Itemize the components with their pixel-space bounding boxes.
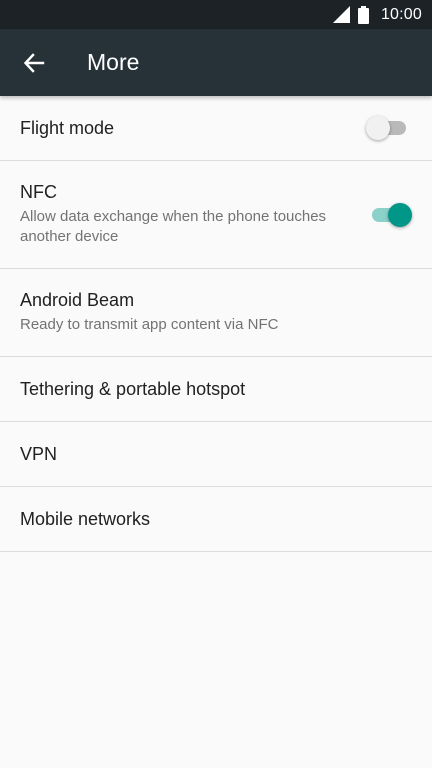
battery-icon (357, 5, 369, 24)
signal-icon (332, 6, 350, 23)
item-title: Flight mode (20, 117, 115, 138)
back-button[interactable] (14, 43, 54, 83)
settings-list: Flight mode NFC Allow data exchange when… (0, 96, 432, 552)
toggle-thumb (388, 202, 412, 227)
item-title: NFC (20, 182, 57, 202)
list-item-nfc[interactable]: NFC Allow data exchange when the phone t… (0, 161, 432, 269)
item-subtitle: Allow data exchange when the phone touch… (20, 208, 327, 245)
nfc-toggle[interactable] (370, 202, 412, 227)
status-bar: 10:00 (0, 0, 432, 29)
item-title: Android Beam (20, 290, 135, 310)
flight-mode-toggle[interactable] (366, 116, 408, 140)
item-title: Mobile networks (20, 508, 151, 529)
list-item-mobile-networks[interactable]: Mobile networks (0, 487, 432, 552)
item-title: Tethering & portable hotspot (20, 378, 246, 399)
list-item-vpn[interactable]: VPN (0, 422, 432, 487)
list-item-android-beam[interactable]: Android Beam Ready to transmit app conte… (0, 269, 432, 357)
item-title: VPN (20, 443, 58, 464)
item-subtitle: Ready to transmit app content via NFC (20, 316, 279, 333)
app-bar: More (0, 29, 432, 96)
status-time: 10:00 (380, 5, 422, 23)
toggle-thumb (366, 116, 390, 140)
list-item-tethering[interactable]: Tethering & portable hotspot (0, 357, 432, 422)
arrow-left-icon (23, 52, 45, 73)
list-item-flight-mode[interactable]: Flight mode (0, 96, 432, 161)
page-title: More (87, 49, 140, 75)
